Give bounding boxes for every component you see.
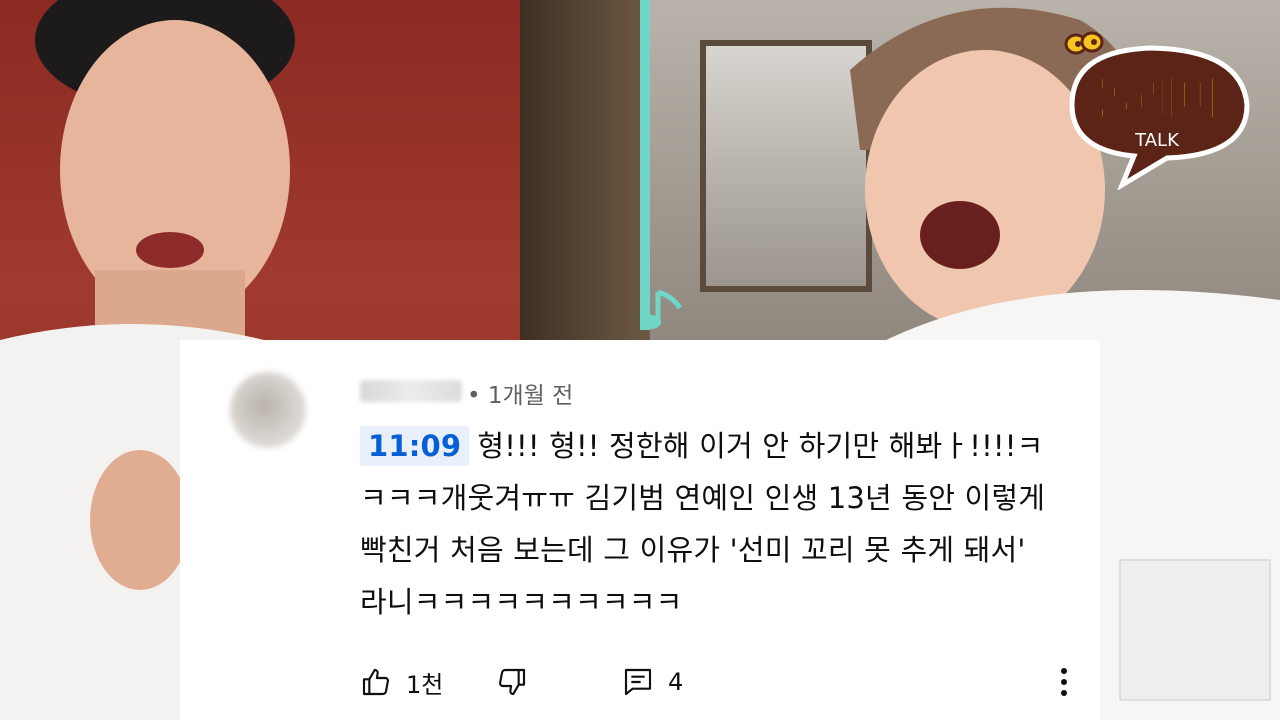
like-button[interactable]: 1천 <box>360 662 443 702</box>
commenter-name-redacted[interactable] <box>360 380 462 402</box>
background-pillar <box>520 0 650 340</box>
replies-button[interactable]: 4 <box>622 662 683 702</box>
more-vert-icon <box>1061 668 1067 696</box>
comment-icon <box>624 668 652 696</box>
reply-count: 4 <box>668 668 684 696</box>
comment-text: 11:09 형!!! 형!! 정한해 이거 안 하기만 해봐ㅏ!!!!ㅋㅋㅋㅋ개웃… <box>360 420 1060 628</box>
dislike-button[interactable] <box>496 662 528 702</box>
like-count: 1천 <box>406 670 444 699</box>
background-stripe <box>640 0 650 330</box>
comment-time: • 1개월 전 <box>467 383 574 409</box>
music-note-icon <box>641 289 683 329</box>
comment-actions: 1천 4 <box>360 662 1080 702</box>
video-timestamp-link[interactable]: 11:09 <box>360 426 470 466</box>
comment-menu-button[interactable] <box>1052 662 1076 702</box>
noraemi-talk-logo: 놀래미 TALK <box>1064 31 1250 190</box>
thumbs-down-icon <box>499 668 526 696</box>
commenter-avatar[interactable] <box>230 372 306 448</box>
thumbs-up-icon <box>362 668 389 696</box>
svg-text:놀래미: 놀래미 <box>1094 72 1221 126</box>
youtube-comment-card: • 1개월 전 11:09 형!!! 형!! 정한해 이거 안 하기만 해봐ㅏ!!… <box>180 340 1100 720</box>
svg-text:TALK: TALK <box>1134 130 1180 151</box>
